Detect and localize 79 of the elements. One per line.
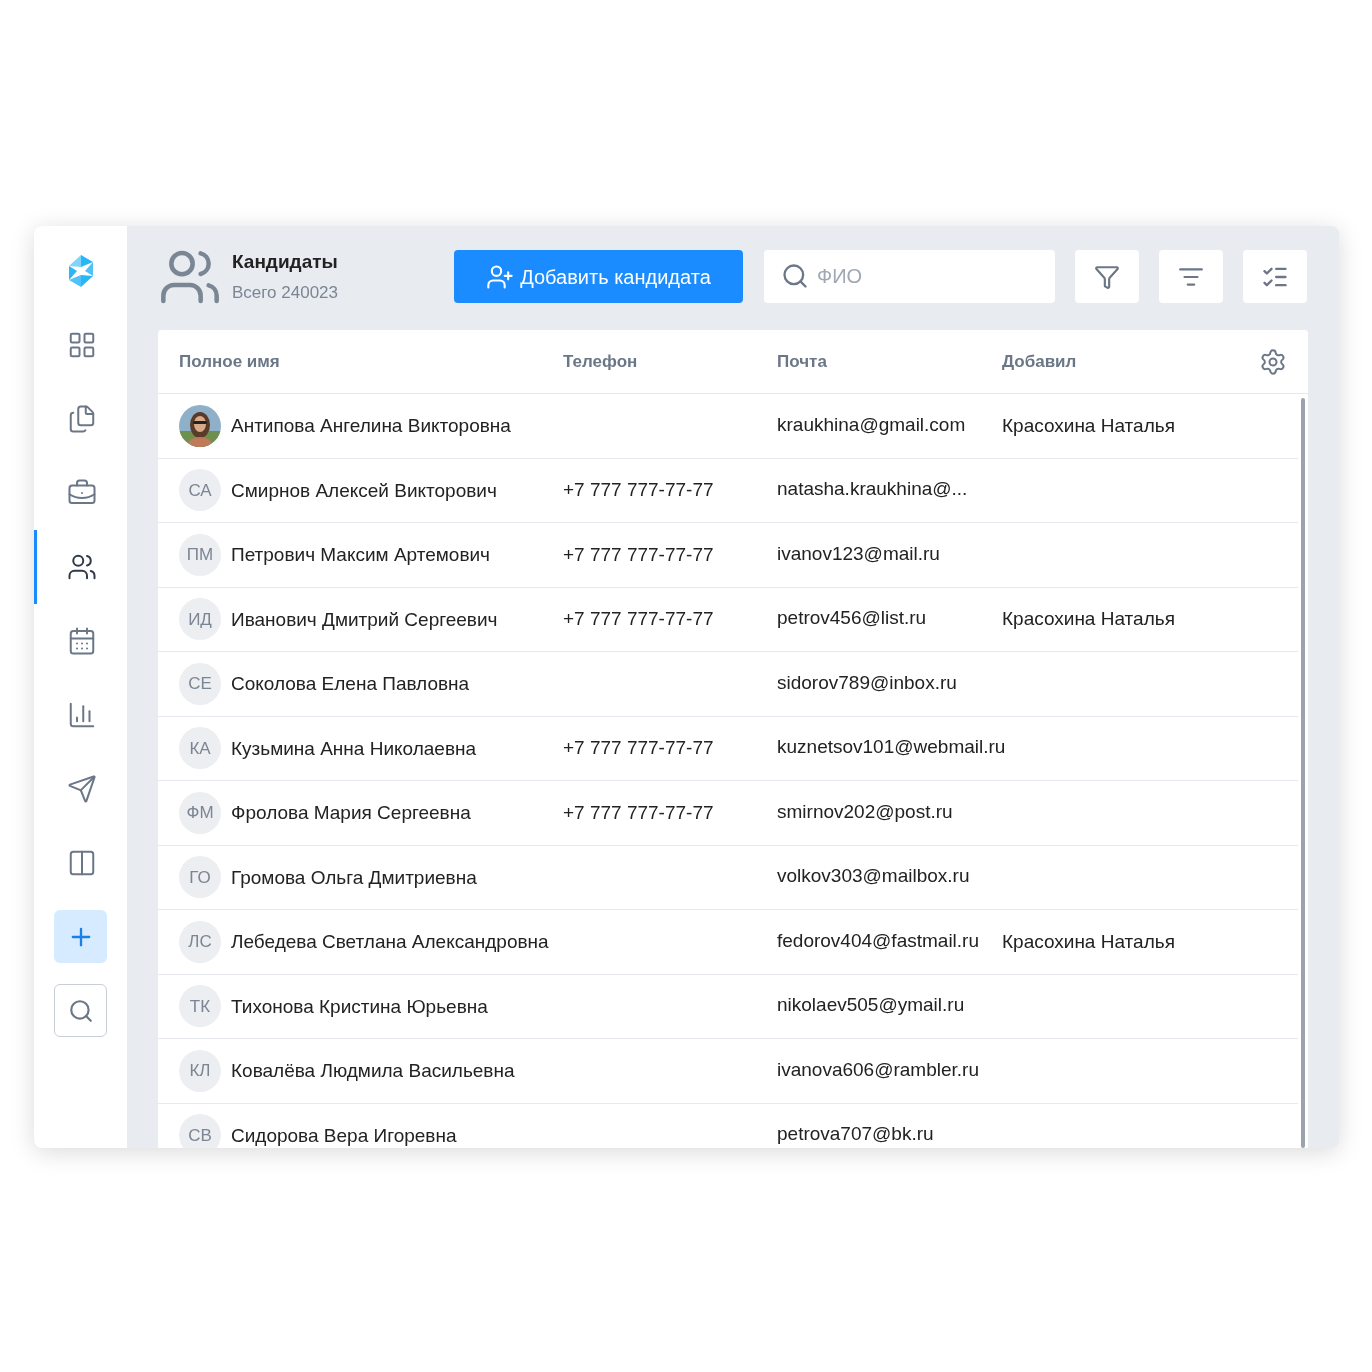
phone-number: +7 777 777-77-77: [563, 543, 714, 565]
avatar-initials: ПМ: [179, 533, 221, 576]
candidate-name: Тихонова Кристина Юрьевна: [231, 996, 488, 1016]
checklist-button[interactable]: [1243, 250, 1307, 303]
search-icon: [67, 997, 94, 1024]
table-row[interactable]: Антипова Ангелина Викторовна kraukhina@gmail.com Красохина Наталья: [158, 394, 1298, 459]
avatar-initials: КЛ: [179, 1049, 221, 1092]
candidate-name: Ковалёва Людмила Васильевна: [231, 1061, 515, 1081]
avatar-initials: ТК: [179, 985, 221, 1028]
add-button[interactable]: [54, 910, 107, 963]
filter-button[interactable]: [1075, 250, 1139, 303]
candidate-name: Громова Ольга Дмитриевна: [231, 867, 477, 887]
candidate-name: Кузьмина Анна Николаевна: [231, 738, 477, 758]
table-row[interactable]: ИД Иванович Дмитрий Сергеевич +7 777 777-77-77 petrov456@list.ru Красохина Наталья: [158, 587, 1298, 652]
candidate-name: Петрович Максим Артемович: [231, 545, 490, 565]
bar-chart-icon: [67, 700, 97, 730]
sort-button[interactable]: [1159, 250, 1223, 303]
table-row[interactable]: ЛС Лебедева Светлана Александровна fedorov404@fastmail.ru Красохина Наталья: [158, 910, 1298, 975]
candidate-name: Антипова Ангелина Викторовна: [231, 416, 511, 436]
column-header: Добавил: [1002, 350, 1078, 373]
phone-number: +7 777 777-77-77: [563, 479, 714, 500]
settings-icon[interactable]: [1259, 347, 1287, 376]
email-address: ivanov123@mail.ru: [777, 542, 940, 564]
documents-icon: [67, 404, 97, 434]
filter-icon: [1094, 263, 1120, 290]
candidate-name: Смирнов Алексей Викторович: [231, 480, 497, 500]
table-row[interactable]: КЛ Ковалёва Людмила Васильевна ivanova606@rambler.ru: [158, 1039, 1298, 1104]
phone-number: +7 777 777-77-77: [563, 737, 714, 758]
email-address: kuznetsov101@webmail.ru: [777, 736, 1006, 758]
table-row[interactable]: КА Кузьмина Анна Николаевна +7 777 777-77-77 kuznetsov101@webmail.ru: [158, 716, 1298, 781]
email-address: petrova707@bk.ru: [777, 1123, 934, 1145]
email-address: ivanova606@rambler.ru: [777, 1058, 979, 1080]
column-header: Телефон: [563, 350, 639, 373]
candidate-name: Фролова Мария Сергеевна: [231, 803, 471, 823]
candidate-name: Соколова Елена Павловна: [231, 674, 470, 694]
email-address: nikolaev505@ymail.ru: [777, 994, 965, 1016]
table-row[interactable]: ТК Тихонова Кристина Юрьевна nikolaev505@ymail.ru: [158, 974, 1298, 1039]
columns-icon: [67, 848, 97, 878]
email-address: natasha.kraukhina@...: [777, 478, 968, 500]
candidate-name: Сидорова Вера Игоревна: [231, 1125, 457, 1145]
total-count: Всего 240023: [232, 282, 340, 304]
avatar-initials: СЕ: [179, 662, 221, 705]
phone-number: +7 777 777-77-77: [563, 801, 714, 823]
avatar-initials: СВ: [179, 1114, 221, 1148]
email-address: volkov303@mailbox.ru: [777, 865, 970, 887]
email-address: fedorov404@fastmail.ru: [777, 929, 979, 951]
search-button[interactable]: [54, 984, 107, 1037]
added-by: Красохина Наталья: [1002, 608, 1175, 629]
table-row[interactable]: ГО Громова Ольга Дмитриевна volkov303@mailbox.ru: [158, 845, 1298, 910]
added-by: Красохина Наталья: [1002, 930, 1175, 952]
send-icon: [67, 774, 97, 804]
search-field[interactable]: ФИО: [764, 250, 1055, 303]
email-address: petrov456@list.ru: [777, 607, 927, 629]
page-title: Кандидаты: [232, 249, 339, 274]
widgets-icon: [67, 330, 97, 360]
table-row[interactable]: СЕ Соколова Елена Павловна sidorov789@inbox.ru: [158, 652, 1298, 717]
email-address: smirnov202@post.ru: [777, 800, 953, 822]
people-icon: [67, 552, 97, 582]
avatar-initials: КА: [179, 727, 221, 770]
search-icon: [781, 262, 809, 290]
avatar-initials: СА: [179, 469, 221, 512]
added-by: Красохина Наталья: [1002, 414, 1175, 436]
table-row[interactable]: ПМ Петрович Максим Артемович +7 777 777-77-77 ivanov123@mail.ru: [158, 523, 1298, 588]
avatar-initials: ФМ: [179, 791, 221, 834]
candidate-name: Лебедева Светлана Александровна: [231, 932, 549, 952]
avatar-initials: ГО: [179, 856, 221, 899]
phone-number: +7 777 777-77-77: [563, 608, 714, 629]
column-header: Почта: [777, 350, 828, 373]
table-row[interactable]: ФМ Фролова Мария Сергеевна +7 777 777-77-77 smirnov202@post.ru: [158, 781, 1298, 846]
column-header: Полное имя: [179, 350, 281, 373]
avatar-initials: ЛС: [179, 920, 221, 963]
candidate-name: Иванович Дмитрий Сергеевич: [231, 609, 498, 629]
user-plus-icon: [486, 262, 515, 291]
table-row[interactable]: СА Смирнов Алексей Викторович +7 777 777-77-77 natasha.kraukhina@...: [158, 458, 1298, 523]
email-address: kraukhina@gmail.com: [777, 413, 966, 435]
email-address: sidorov789@inbox.ru: [777, 671, 957, 693]
calendar-icon: [67, 626, 97, 656]
table-row[interactable]: СВ Сидорова Вера Игоревна petrova707@bk.ru: [158, 1103, 1298, 1148]
avatar-initials: ИД: [179, 598, 221, 641]
